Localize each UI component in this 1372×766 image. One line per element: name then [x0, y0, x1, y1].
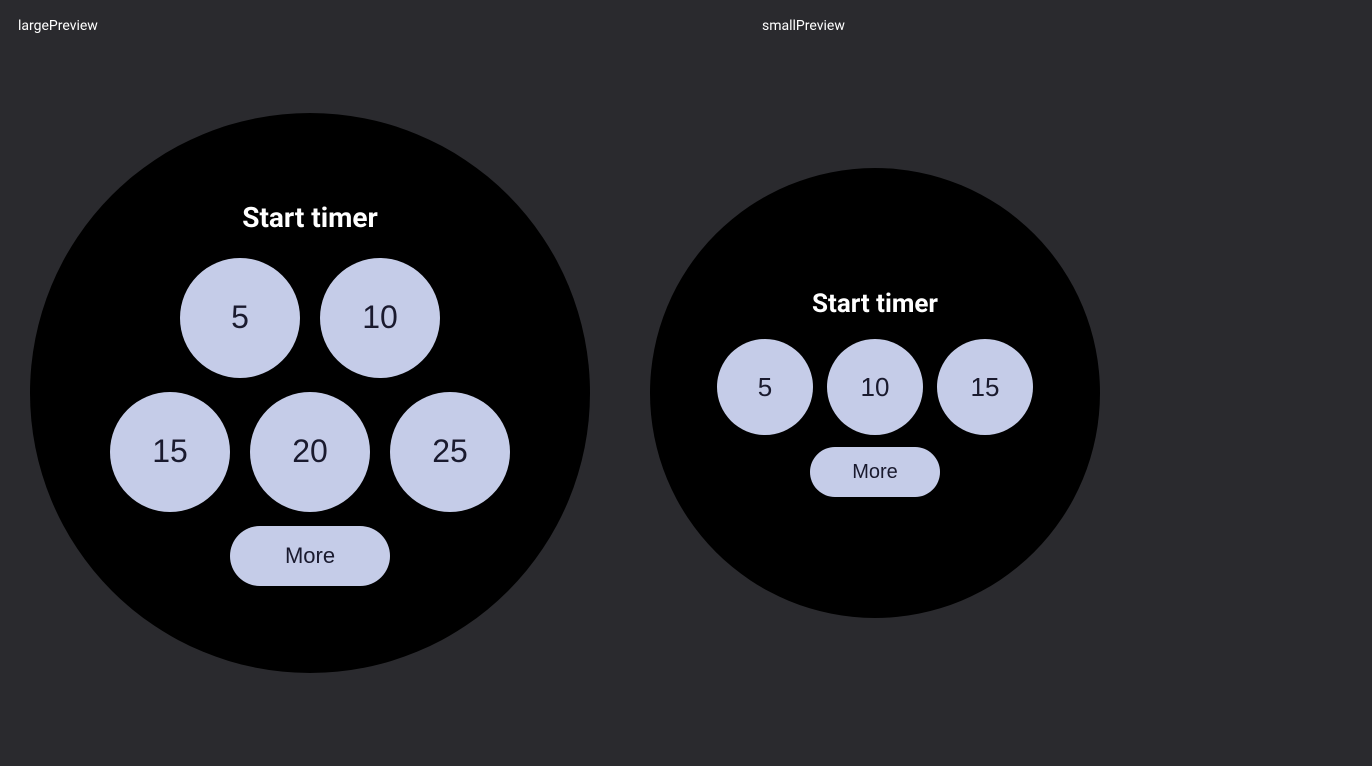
large-timer-btn-5[interactable]: 5	[180, 258, 300, 378]
small-timer-btn-10[interactable]: 10	[827, 339, 923, 435]
previews-container: Start timer 5 10 15 20 25 More Start tim…	[0, 0, 1372, 766]
small-timer-btn-5[interactable]: 5	[717, 339, 813, 435]
large-timer-btn-15[interactable]: 15	[110, 392, 230, 512]
large-timer-btn-20[interactable]: 20	[250, 392, 370, 512]
small-watch-face: Start timer 5 10 15 More	[650, 168, 1100, 618]
small-timer-grid: 5 10 15 More	[717, 339, 1033, 497]
small-timer-btn-15[interactable]: 15	[937, 339, 1033, 435]
large-more-button[interactable]: More	[230, 526, 390, 586]
small-more-button[interactable]: More	[810, 447, 940, 497]
small-row-1: 5 10 15	[717, 339, 1033, 435]
large-row-2: 15 20 25	[110, 392, 510, 512]
large-watch-face: Start timer 5 10 15 20 25 More	[30, 113, 590, 673]
large-more-row: More	[230, 526, 390, 586]
large-watch-title: Start timer	[242, 201, 378, 234]
small-more-row: More	[810, 447, 940, 497]
small-preview-label: smallPreview	[762, 18, 845, 34]
large-timer-btn-25[interactable]: 25	[390, 392, 510, 512]
large-timer-btn-10[interactable]: 10	[320, 258, 440, 378]
large-row-1: 5 10	[180, 258, 440, 378]
large-preview-label: largePreview	[18, 18, 98, 34]
large-timer-grid: 5 10 15 20 25 More	[110, 258, 510, 586]
small-watch-title: Start timer	[812, 289, 938, 319]
